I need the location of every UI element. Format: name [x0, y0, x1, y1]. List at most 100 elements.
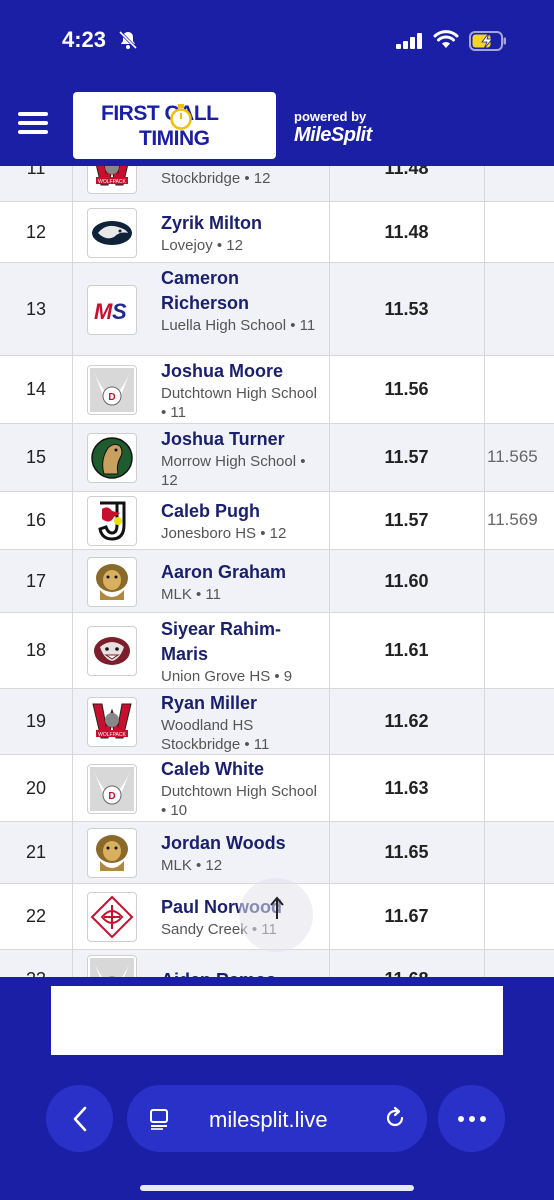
- back-button[interactable]: [46, 1085, 113, 1152]
- athlete-name[interactable]: Zyrik Milton: [161, 211, 321, 236]
- more-options-button[interactable]: [438, 1085, 505, 1152]
- column-divider: [484, 202, 485, 262]
- athlete-info: Ryan Miller Woodland HS Stockbridge • 11: [161, 691, 321, 754]
- column-divider: [484, 492, 485, 549]
- status-bar: 4:23: [0, 0, 554, 78]
- athlete-name[interactable]: Aaron Graham: [161, 560, 321, 585]
- athlete-info: Siyear Rahim-Maris Union Grove HS • 9: [161, 617, 321, 686]
- result-row[interactable]: 19 WOLFPACK Ryan Miller Woodland HS Stockbr…: [0, 689, 554, 755]
- reload-icon[interactable]: [383, 1106, 407, 1135]
- svg-text:M: M: [94, 299, 113, 324]
- athlete-name[interactable]: Cameron Richerson: [161, 266, 321, 316]
- place-number: 20: [25, 777, 47, 798]
- result-mark: 11.56: [384, 379, 429, 399]
- ad-placeholder[interactable]: [51, 986, 503, 1055]
- athlete-name[interactable]: Jordan Woods: [161, 831, 321, 856]
- union-grove-wolverine-logo: [87, 626, 137, 676]
- athlete-name[interactable]: Caleb Pugh: [161, 499, 321, 524]
- result-row[interactable]: 18 Siyear Rahim-Maris Union Grove HS • 9 11…: [0, 613, 554, 689]
- result-row[interactable]: 11 WOLFPACK Woodland HS Stockbridge • 12 11…: [0, 166, 554, 202]
- page-menu-icon[interactable]: [149, 1108, 171, 1135]
- logo-text-line1: FIRST CALL: [101, 102, 219, 125]
- column-divider: [72, 884, 73, 949]
- school-grade: Luella High School • 11: [161, 316, 316, 334]
- svg-text:WOLFPACK: WOLFPACK: [98, 179, 126, 185]
- woodland-wolfpack-logo: WOLFPACK: [87, 697, 137, 747]
- column-divider: [72, 950, 73, 977]
- column-divider: [484, 755, 485, 821]
- school-grade: Union Grove HS • 9: [161, 667, 293, 685]
- column-divider: [72, 822, 73, 883]
- athlete-name[interactable]: Siyear Rahim-Maris: [161, 617, 321, 667]
- first-call-timing-logo[interactable]: FIRST CALL TIMING: [73, 92, 276, 159]
- school-grade: MLK • 12: [161, 857, 223, 874]
- column-divider: [484, 356, 485, 423]
- result-row[interactable]: 17 Aaron Graham MLK • 11 11.60: [0, 550, 554, 613]
- cell-signal-icon: [396, 33, 424, 54]
- column-divider: [72, 755, 73, 821]
- school-grade: Lovejoy • 12: [161, 236, 243, 254]
- milesplit-brand[interactable]: MileSplit: [294, 124, 372, 147]
- result-row[interactable]: 12 Zyrik Milton Lovejoy • 12 11.48: [0, 202, 554, 263]
- result-mark: 11.48: [384, 221, 429, 242]
- ellipsis-icon: [457, 1115, 486, 1122]
- bell-muted-icon: [118, 30, 138, 55]
- ad-banner-area: [0, 977, 554, 1062]
- column-divider: [484, 884, 485, 949]
- browser-toolbar: milesplit.live: [0, 1062, 554, 1200]
- dutchtown-wings-logo: D: [87, 365, 137, 415]
- hamburger-menu-icon[interactable]: [18, 112, 48, 136]
- column-divider: [72, 263, 73, 355]
- result-row[interactable]: 15 Joshua Turner Morrow High School • 12 11…: [0, 424, 554, 492]
- school-grade: Jonesboro HS • 12: [161, 525, 287, 542]
- result-row[interactable]: 13 M S Cameron Richerson Luella High School …: [0, 263, 554, 356]
- result-row[interactable]: 20 D Caleb White Dutchtown High School • 10…: [0, 755, 554, 822]
- athlete-info: Caleb Pugh Jonesboro HS • 12: [161, 499, 321, 543]
- result-row[interactable]: 16 Caleb Pugh Jonesboro HS • 12 11.57 11.569: [0, 492, 554, 550]
- place-number: 14: [25, 379, 47, 399]
- athlete-name[interactable]: Aiden Ramos: [161, 968, 321, 978]
- athlete-info: Caleb White Dutchtown High School • 10: [161, 757, 321, 820]
- column-divider: [484, 550, 485, 612]
- lovejoy-wildcat-logo: [87, 207, 137, 258]
- address-bar[interactable]: milesplit.live: [127, 1085, 427, 1152]
- battery-charging-icon: [469, 31, 507, 56]
- mlk-lion-logo: [87, 556, 137, 607]
- column-divider: [484, 950, 485, 977]
- athlete-info: Aaron Graham MLK • 11: [161, 560, 321, 604]
- place-number: 16: [25, 510, 47, 530]
- result-row[interactable]: 23 D Aiden Ramos 11.68: [0, 950, 554, 977]
- svg-text:WOLFPACK: WOLFPACK: [98, 732, 126, 738]
- column-divider: [72, 356, 73, 423]
- result-mark: 11.57: [384, 510, 429, 530]
- athlete-name[interactable]: Joshua Moore: [161, 359, 321, 384]
- athlete-info: Aiden Ramos: [161, 968, 321, 978]
- place-number: 19: [25, 711, 47, 731]
- result-mark: 11.60: [384, 570, 429, 591]
- athlete-name[interactable]: Caleb White: [161, 757, 321, 782]
- athlete-name[interactable]: Joshua Turner: [161, 427, 321, 452]
- result-mark: 11.67: [384, 906, 429, 926]
- result-row[interactable]: 21 Jordan Woods MLK • 12 11.65: [0, 822, 554, 884]
- powered-by-label: powered by: [294, 109, 367, 124]
- logo-text-line2: TIMING: [139, 127, 210, 150]
- result-mark: 11.68: [329, 969, 484, 977]
- school-grade: Dutchtown High School • 10: [161, 783, 317, 819]
- svg-text:D: D: [108, 791, 115, 802]
- result-mark: 11.53: [384, 298, 429, 319]
- result-row[interactable]: 14 D Joshua Moore Dutchtown High School • 1…: [0, 356, 554, 424]
- athlete-info: Jordan Woods MLK • 12: [161, 831, 321, 875]
- place-number: 17: [25, 570, 47, 591]
- place-number: 18: [25, 640, 47, 660]
- athlete-name[interactable]: Ryan Miller: [161, 691, 321, 716]
- column-divider: [72, 166, 73, 201]
- column-divider: [72, 550, 73, 612]
- arrow-up-icon: [268, 895, 286, 926]
- result-mark: 11.63: [384, 777, 429, 798]
- woodland-wolfpack-logo: WOLFPACK: [87, 166, 137, 194]
- luella-ms-logo: MS: [87, 284, 137, 335]
- column-divider: [484, 689, 485, 754]
- wifi-icon: [433, 30, 459, 55]
- place-number: 23: [0, 969, 72, 977]
- column-divider: [72, 492, 73, 549]
